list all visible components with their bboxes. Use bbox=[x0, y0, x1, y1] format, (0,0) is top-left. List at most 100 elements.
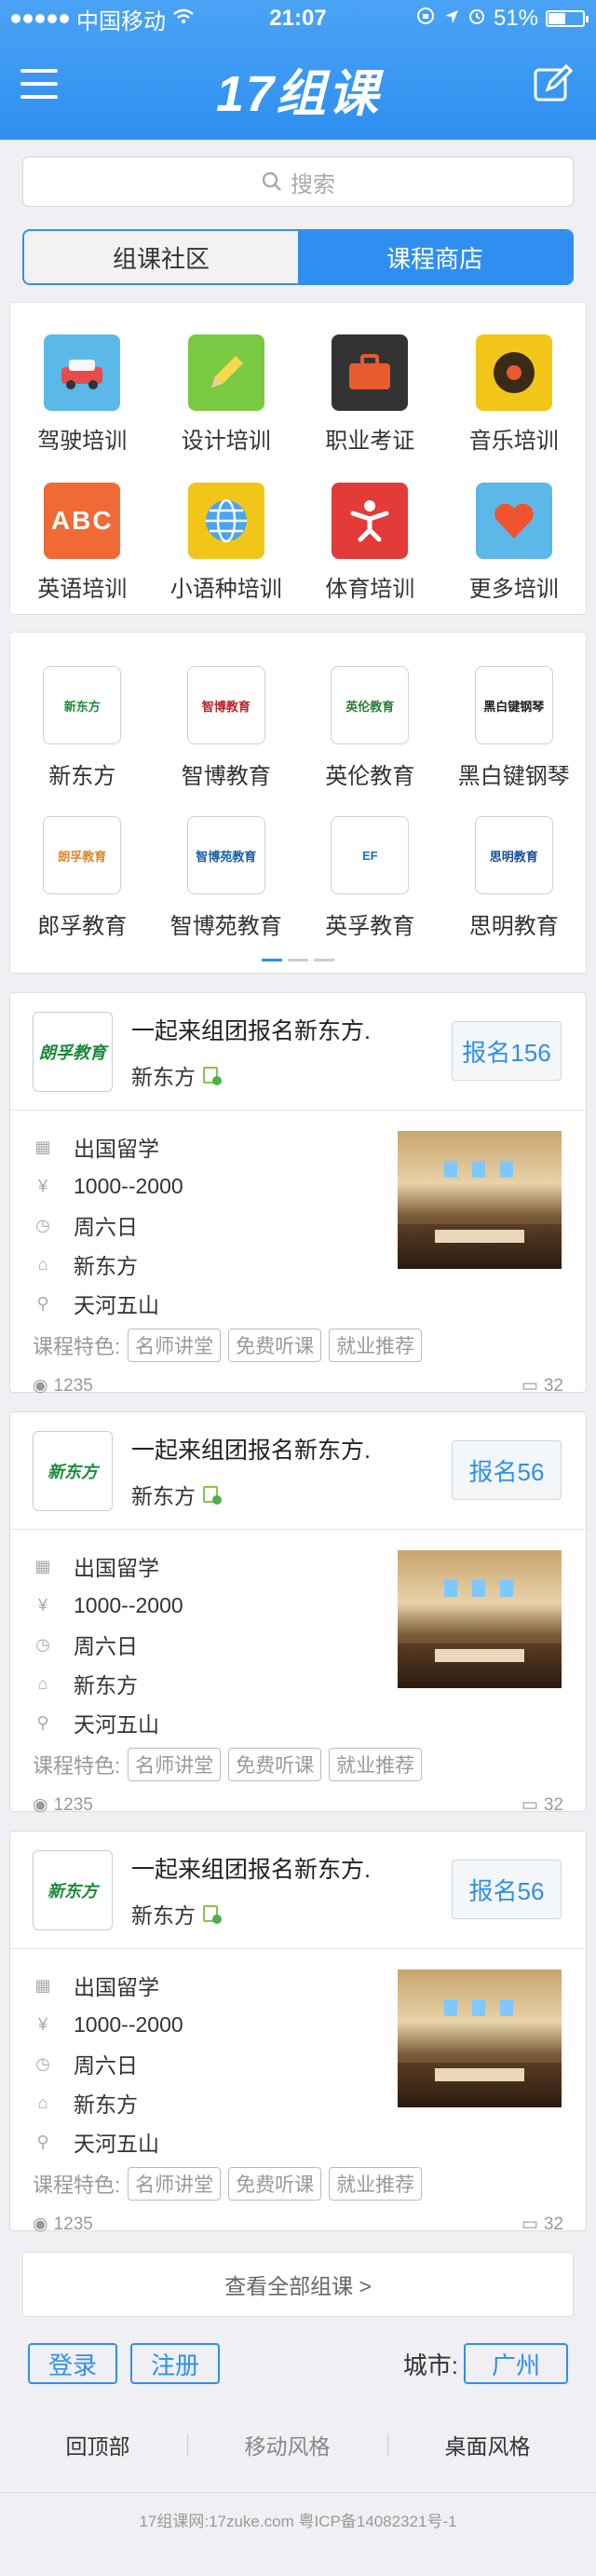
clock-icon: ◷ bbox=[35, 2053, 50, 2073]
search-placeholder: 搜索 bbox=[291, 171, 335, 198]
tab-course-store[interactable]: 课程商店 bbox=[298, 231, 572, 283]
org-logo: 智博教育 bbox=[186, 666, 265, 744]
yen-icon: ¥ bbox=[37, 1176, 47, 1195]
course-price: 1000--2000 bbox=[74, 1173, 183, 1198]
organization-item[interactable]: 朗孚教育 郎孚教育 bbox=[10, 816, 155, 940]
feature-tag: 名师讲堂 bbox=[128, 2167, 222, 2201]
carrier: 中国移动 bbox=[76, 8, 166, 34]
comment-button[interactable]: ▭ 32 bbox=[522, 2214, 563, 2235]
mobile-style-link[interactable]: 移动风格 bbox=[245, 2429, 331, 2460]
comment-button[interactable]: ▭ 32 bbox=[522, 1375, 563, 1397]
features-label: 课程特色: bbox=[33, 2174, 121, 2197]
comment-button[interactable]: ▭ 32 bbox=[522, 1794, 563, 1816]
organization-item[interactable]: 智博苑教育 智博苑教育 bbox=[155, 816, 299, 940]
feature-tag: 免费听课 bbox=[228, 2167, 322, 2201]
app-logo: 17组课 bbox=[215, 65, 381, 122]
search-input[interactable]: 搜索 bbox=[22, 157, 574, 207]
menu-button[interactable] bbox=[20, 69, 58, 99]
verified-icon bbox=[203, 1904, 222, 1924]
organization-item[interactable]: 新东方 新东方 bbox=[10, 666, 155, 790]
eye-icon: ◉ bbox=[33, 1795, 48, 1815]
footer-links: 回顶部 移动风格 桌面风格 bbox=[0, 2429, 596, 2460]
organization-item[interactable]: 智博教育 智博教育 bbox=[155, 666, 299, 790]
organization-panel: 新东方 新东方 智博教育 智博教育 英伦教育 英伦教育 黑白键钢琴 黑白键钢琴 朗孚教育 郎孚教育… bbox=[9, 632, 587, 974]
signup-button[interactable]: 报名156 bbox=[452, 1021, 562, 1081]
org-logo-text: 新东方 bbox=[63, 699, 101, 714]
home-icon: ⌂ bbox=[37, 1254, 48, 1274]
login-button[interactable]: 登录 bbox=[28, 2343, 118, 2384]
back-to-top-link[interactable]: 回顶部 bbox=[66, 2429, 130, 2460]
category-heart[interactable]: 更多培训 bbox=[442, 483, 587, 603]
course-location: 天河五山 bbox=[74, 1293, 159, 1317]
feature-tag: 就业推荐 bbox=[329, 1329, 423, 1362]
course-card[interactable]: 新东方 一起来组团报名新东方. 新东方 报名56 ▦ 出国留学 ¥1000--2000 ◷ 周六… bbox=[9, 1411, 587, 1815]
signup-button[interactable]: 报名56 bbox=[452, 1860, 562, 1919]
organization-item[interactable]: 思明教育 思明教育 bbox=[442, 816, 587, 940]
category-record[interactable]: 音乐培训 bbox=[442, 334, 587, 455]
organization-item[interactable]: 英伦教育 英伦教育 bbox=[298, 666, 442, 790]
category-briefcase[interactable]: 职业考证 bbox=[298, 334, 442, 455]
clock-icon: ◷ bbox=[35, 1634, 50, 1654]
register-button[interactable]: 注册 bbox=[130, 2343, 221, 2384]
page-indicator bbox=[10, 946, 586, 973]
org-label: 黑白键钢琴 bbox=[457, 764, 570, 789]
category-car[interactable]: 驾驶培训 bbox=[10, 334, 155, 455]
course-location-row: ⚲ 天河五山 bbox=[33, 1284, 563, 1323]
eye-icon: ◉ bbox=[33, 1376, 48, 1396]
comment-count: 32 bbox=[543, 1375, 563, 1396]
feature-tag: 免费听课 bbox=[228, 1748, 322, 1781]
org-label: 郎孚教育 bbox=[37, 914, 128, 939]
home-icon: ⌂ bbox=[37, 1673, 48, 1693]
org-label: 思明教育 bbox=[468, 914, 559, 939]
course-photo bbox=[398, 1969, 562, 2107]
course-org-logo: 新东方 bbox=[33, 1430, 113, 1511]
comment-count: 32 bbox=[543, 2214, 563, 2234]
course-school: 新东方 bbox=[74, 1673, 138, 1697]
course-day: 周六日 bbox=[74, 2053, 138, 2078]
feature-tag: 名师讲堂 bbox=[128, 1329, 222, 1362]
course-features: 课程特色: 名师讲堂 免费听课 就业推荐 bbox=[33, 1748, 563, 1781]
athlete-icon bbox=[332, 483, 409, 559]
signup-button[interactable]: 报名56 bbox=[452, 1440, 562, 1500]
course-day: 周六日 bbox=[74, 1634, 138, 1658]
view-all-link[interactable]: 查看全部组课 > bbox=[22, 2252, 574, 2317]
desktop-style-link[interactable]: 桌面风格 bbox=[445, 2429, 531, 2460]
account-bar: 登录 注册 城市: 广州 bbox=[0, 2337, 596, 2390]
view-count: 1235 bbox=[53, 1794, 93, 1815]
course-title: 一起来组团报名新东方. bbox=[131, 1017, 371, 1044]
org-label: 智博苑教育 bbox=[169, 914, 282, 939]
org-logo: 新东方 bbox=[43, 666, 122, 744]
city-select[interactable]: 广州 bbox=[463, 2343, 568, 2384]
course-category: 出国留学 bbox=[74, 1556, 159, 1580]
comment-icon: ▭ bbox=[521, 2215, 538, 2234]
tab-community[interactable]: 组课社区 bbox=[24, 231, 298, 283]
organization-item[interactable]: EF 英孚教育 bbox=[298, 816, 442, 940]
car-icon bbox=[44, 334, 121, 411]
yen-icon: ¥ bbox=[37, 1595, 47, 1615]
course-org-logo: 新东方 bbox=[33, 1849, 113, 1930]
home-icon: ⌂ bbox=[37, 2092, 48, 2112]
briefcase-icon bbox=[332, 334, 409, 411]
compose-button[interactable] bbox=[533, 63, 574, 104]
abc-icon: ABC bbox=[44, 483, 121, 559]
category-athlete[interactable]: 体育培训 bbox=[298, 483, 442, 603]
category-pencil[interactable]: 设计培训 bbox=[155, 334, 299, 455]
org-logo: 英伦教育 bbox=[331, 666, 410, 744]
course-location-row: ⚲ 天河五山 bbox=[33, 2122, 563, 2161]
category-abc[interactable]: ABC 英语培训 bbox=[10, 483, 155, 603]
pin-icon: ⚲ bbox=[36, 1712, 49, 1732]
organization-item[interactable]: 黑白键钢琴 黑白键钢琴 bbox=[442, 666, 587, 790]
course-card[interactable]: 朗孚教育 一起来组团报名新东方. 新东方 报名156 ▦ 出国留学 ¥1000--2000 ◷… bbox=[9, 992, 587, 1396]
course-features: 课程特色: 名师讲堂 免费听课 就业推荐 bbox=[33, 1329, 563, 1362]
feature-tag: 免费听课 bbox=[228, 1329, 322, 1362]
course-card[interactable]: 新东方 一起来组团报名新东方. 新东方 报名56 ▦ 出国留学 ¥1000--2000 ◷ 周六… bbox=[9, 1831, 587, 2234]
course-category: 出国留学 bbox=[74, 1137, 159, 1161]
category-label: 更多培训 bbox=[468, 577, 559, 602]
divider bbox=[386, 2433, 388, 2456]
category-label: 小语种培训 bbox=[169, 577, 282, 602]
org-label: 智博教育 bbox=[181, 764, 271, 789]
category-globe[interactable]: 小语种培训 bbox=[155, 483, 299, 603]
course-school: 新东方 bbox=[74, 2092, 138, 2117]
edit-icon bbox=[534, 63, 574, 102]
course-org: 新东方 bbox=[131, 1064, 196, 1089]
